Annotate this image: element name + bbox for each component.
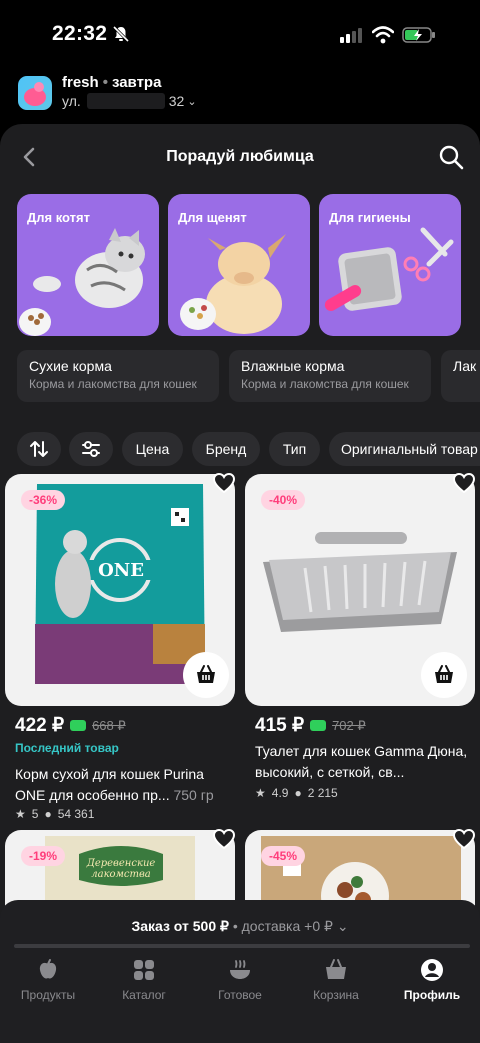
chevron-down-icon: ⌄ <box>187 95 197 108</box>
category-card-puppies[interactable]: Для щенят <box>168 194 310 336</box>
delivery-cost-label: доставка +0 ₽ <box>241 918 333 934</box>
product-weight: 750 гр <box>173 787 214 803</box>
subcategory-subtitle: Корма и лакомства для кошек <box>241 377 409 391</box>
store-name: fresh <box>62 74 99 91</box>
category-card-kittens[interactable]: Для котят <box>17 194 159 336</box>
category-card-hygiene[interactable]: Для гигиены <box>319 194 461 336</box>
comment-icon: ● <box>44 807 52 821</box>
price-row: 415 ₽ 702 ₽ <box>255 714 366 737</box>
last-item-tag: Последний товар <box>15 741 119 755</box>
heart-icon[interactable] <box>452 472 476 494</box>
apple-icon <box>39 959 57 979</box>
nav-label: Продукты <box>20 988 76 1002</box>
price-row: 422 ₽ 668 ₽ <box>15 714 126 737</box>
subcategory-dry-food[interactable]: Сухие корма Корма и лакомства для кошек <box>17 350 219 402</box>
sliders-icon <box>82 441 100 457</box>
nav-label: Корзина <box>313 988 359 1002</box>
nav-label: Готовое <box>218 988 262 1002</box>
category-label: Для щенят <box>178 210 247 225</box>
basket-icon <box>197 665 215 683</box>
nav-cart[interactable]: Корзина <box>288 958 384 1002</box>
nav-ready-meals[interactable]: Готовое <box>192 958 288 1002</box>
delivery-selector[interactable]: fresh • завтра <box>62 74 161 91</box>
filter-type[interactable]: Тип <box>269 432 320 466</box>
star-icon: ★ <box>15 807 26 821</box>
rating-row: ★ 5 ● 54 361 <box>15 807 100 821</box>
add-to-cart-button[interactable] <box>421 652 467 698</box>
heart-icon[interactable] <box>212 472 236 494</box>
grid-icon <box>134 960 154 980</box>
rating-value: 5 <box>31 807 39 821</box>
address-prefix: ул. <box>62 93 81 109</box>
nav-profile[interactable]: Профиль <box>384 958 480 1002</box>
status-time: 22:32 <box>52 22 108 45</box>
order-summary: Заказ от 500 ₽ • доставка +0 ₽ ⌄ <box>131 918 349 934</box>
old-price: 668 ₽ <box>92 717 126 733</box>
filter-brand[interactable]: Бренд <box>192 432 260 466</box>
star-icon: ★ <box>255 786 266 800</box>
subcategory-wet-food[interactable]: Влажные корма Корма и лакомства для коше… <box>229 350 431 402</box>
bonus-card-icon <box>70 720 87 731</box>
min-order-label: Заказ от 500 ₽ <box>131 918 229 934</box>
subcategory-treats[interactable]: Лак <box>441 350 480 402</box>
heart-icon[interactable] <box>212 828 236 850</box>
nav-label: Каталог <box>122 988 166 1002</box>
category-label: Для котят <box>27 210 90 225</box>
status-bar: 22:32 <box>0 0 480 64</box>
wifi-icon <box>372 26 394 44</box>
discount-badge: -36% <box>21 490 66 510</box>
discount-badge: -19% <box>21 846 66 866</box>
rating-row: ★ 4.9 ● 2 215 <box>255 786 344 800</box>
reviews-count: 54 361 <box>57 807 95 821</box>
cellular-signal-icon <box>340 28 362 43</box>
address-house: 32 <box>168 93 185 109</box>
reviews-count: 2 215 <box>307 786 338 800</box>
filter-settings-button[interactable] <box>69 432 113 466</box>
nav-catalog[interactable]: Каталог <box>96 958 192 1002</box>
current-price: 415 ₽ <box>255 715 305 736</box>
bonus-card-icon <box>310 720 327 731</box>
chevron-down-icon: ⌄ <box>336 918 349 934</box>
delivery-day: завтра <box>111 74 162 91</box>
svg-text:ONE: ONE <box>98 560 144 581</box>
subcategory-title: Лак <box>453 358 477 374</box>
address-redacted <box>86 93 165 109</box>
basket-icon <box>435 665 453 683</box>
nav-products[interactable]: Продукты <box>0 958 96 1002</box>
rating-value: 4.9 <box>271 786 289 800</box>
sort-button[interactable] <box>17 432 61 466</box>
filter-original[interactable]: Оригинальный товар <box>329 432 480 466</box>
comment-icon: ● <box>294 786 302 800</box>
current-price: 422 ₽ <box>15 715 65 736</box>
svg-text:Деревенские: Деревенские <box>86 858 156 869</box>
filter-price[interactable]: Цена <box>122 432 183 466</box>
subcategory-title: Сухие корма <box>29 358 112 374</box>
sort-arrows-icon <box>30 441 48 457</box>
product-name-text: Туалет для кошек Gamma Дюна, высокий, с … <box>255 743 468 780</box>
subcategory-subtitle: Корма и лакомства для кошек <box>29 377 197 391</box>
bowl-icon <box>230 960 250 979</box>
nav-label: Профиль <box>403 988 461 1002</box>
discount-badge: -40% <box>261 490 306 510</box>
svg-text:лакомства: лакомства <box>91 869 151 880</box>
basket-icon <box>326 959 346 979</box>
page-title: Порадуй любимца <box>166 148 314 165</box>
bell-muted-icon <box>112 25 130 43</box>
subcategory-title: Влажные корма <box>241 358 345 374</box>
profile-icon <box>421 959 443 981</box>
product-name[interactable]: Корм сухой для кошек Purina ONE для особ… <box>15 764 230 806</box>
app-logo <box>18 76 52 110</box>
heart-icon[interactable] <box>452 828 476 850</box>
address-selector[interactable]: ул. 32 ⌄ <box>62 93 197 109</box>
category-label: Для гигиены <box>329 210 411 225</box>
add-to-cart-button[interactable] <box>183 652 229 698</box>
battery-charging-icon <box>402 27 435 43</box>
order-progress-bar <box>14 944 470 948</box>
old-price: 702 ₽ <box>332 717 366 733</box>
product-name[interactable]: Туалет для кошек Gamma Дюна, высокий, с … <box>255 741 470 783</box>
search-icon[interactable] <box>438 144 464 170</box>
discount-badge: -45% <box>261 846 306 866</box>
